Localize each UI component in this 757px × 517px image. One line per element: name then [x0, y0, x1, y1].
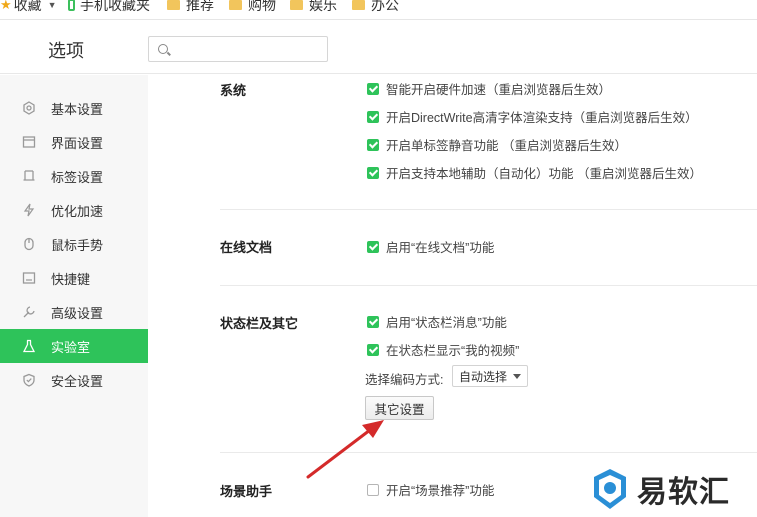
- watermark: 易软汇: [591, 467, 730, 511]
- watermark-logo-icon: [591, 467, 629, 511]
- watermark-text: 易软汇: [637, 475, 730, 510]
- annotation-arrow: [306, 420, 384, 479]
